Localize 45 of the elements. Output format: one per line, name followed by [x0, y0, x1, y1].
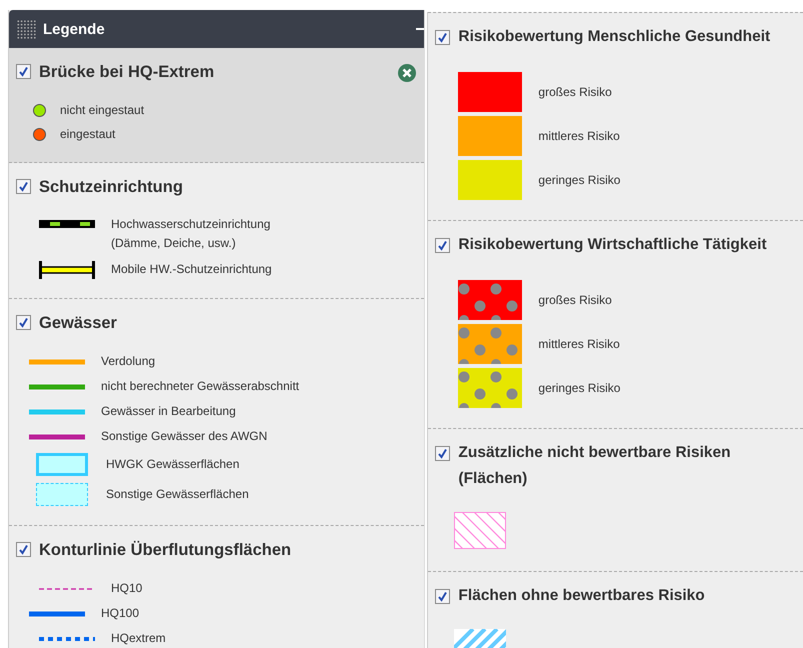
checkbox[interactable] — [435, 446, 450, 461]
close-icon[interactable] — [398, 64, 416, 82]
grip-icon[interactable] — [15, 18, 37, 40]
legend-label: geringes Risiko — [538, 380, 620, 396]
section-title: Risikobewertung Menschliche Gesundheit — [458, 27, 772, 47]
section-title: Brücke bei HQ-Extrem — [39, 62, 216, 83]
checkbox[interactable] — [435, 589, 450, 604]
checkbox[interactable] — [16, 315, 31, 330]
legend-label: Hochwasserschutzeinrichtung (Dämme, Deiche, usw.) — [111, 216, 270, 252]
legend-label: geringes Risiko — [538, 172, 620, 188]
legend-label: eingestaut — [60, 126, 116, 142]
legend-label: Gewässer in Bearbeitung — [101, 403, 236, 420]
legend-label: HQ100 — [101, 605, 140, 622]
checkbox[interactable] — [435, 30, 450, 45]
legend-label: Mobile HW.-Schutzeinrichtung — [111, 261, 272, 278]
section-title: Konturlinie Überflutungsflächen — [39, 540, 292, 561]
section-title: Schutzeinrichtung — [39, 177, 184, 198]
legend-label: mittleres Risiko — [538, 128, 620, 144]
dotted-swatch — [458, 368, 522, 408]
legend-label: großes Risiko — [538, 292, 612, 308]
legend-label: mittleres Risiko — [538, 336, 620, 352]
legend-label: Sonstige Gewässerflächen — [106, 486, 249, 502]
panel-title: Legende — [43, 20, 106, 38]
hatched-area-symbol — [454, 512, 506, 549]
legend-label: großes Risiko — [538, 84, 612, 100]
checkbox[interactable] — [16, 179, 31, 194]
dotted-swatch — [458, 280, 522, 320]
dotted-swatch — [458, 324, 522, 364]
dike-symbol — [39, 220, 95, 228]
mobile-barrier-symbol — [39, 260, 95, 278]
legend-label: nicht eingestaut — [60, 102, 144, 118]
legend-label: nicht berechneter Gewässerabschnitt — [101, 378, 300, 395]
collapse-icon[interactable] — [416, 27, 424, 31]
section-title: Flächen ohne bewertbares Risiko — [458, 586, 706, 606]
section-title: Risikobewertung Wirtschaftliche Tätigkeit — [458, 235, 768, 255]
section-title: Gewässer — [39, 313, 118, 334]
legend-label: HWGK Gewässerflächen — [106, 456, 240, 472]
legend-label: HQ10 — [111, 580, 142, 597]
section-title: Zusätzliche nicht bewertbare Risiken (Flächen) — [458, 443, 732, 489]
checkbox[interactable] — [16, 542, 31, 557]
checkbox[interactable] — [435, 238, 450, 253]
legend-label: HQextrem — [111, 630, 166, 647]
legend-label: Verdolung — [101, 353, 156, 370]
legend-label: Sonstige Gewässer des AWGN — [101, 428, 268, 445]
checkbox[interactable] — [16, 64, 31, 79]
